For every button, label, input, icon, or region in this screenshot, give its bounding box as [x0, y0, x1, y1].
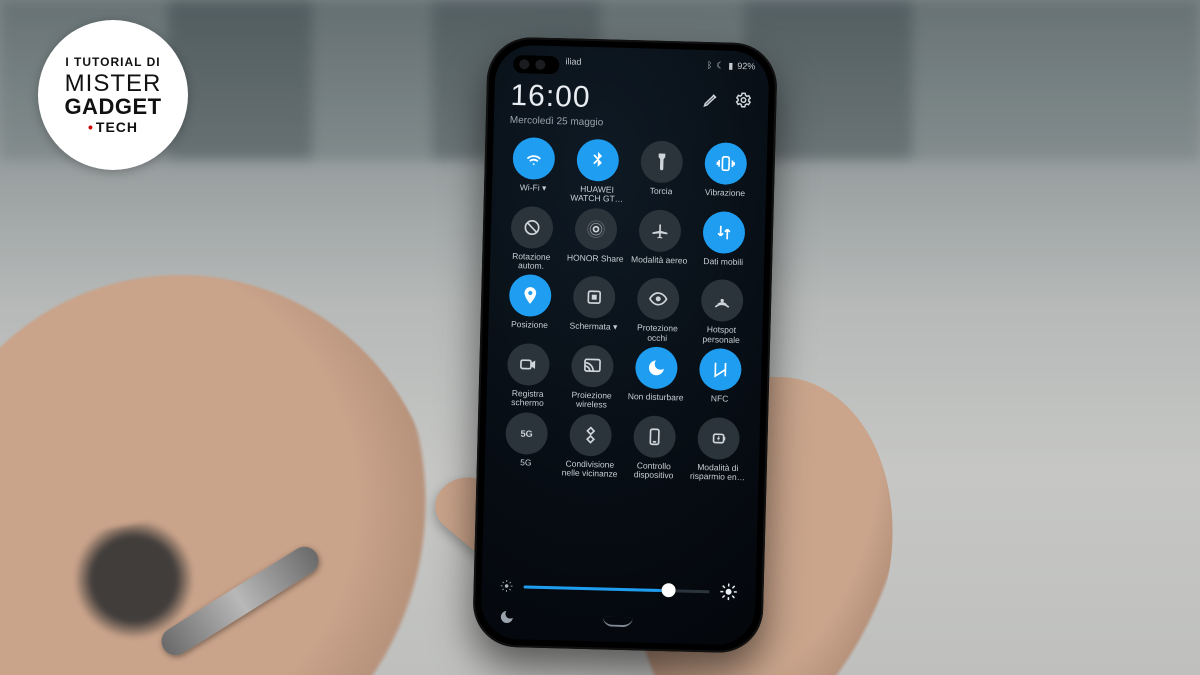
battery-icon[interactable] [697, 417, 740, 460]
data-icon[interactable] [702, 211, 745, 254]
battery-percentage: 92% [737, 61, 755, 71]
clock-time: 16:00 [510, 79, 604, 115]
screenshot-icon[interactable] [573, 276, 616, 319]
settings-gear-icon[interactable] [734, 91, 752, 109]
hotspot-icon[interactable] [701, 279, 744, 322]
gesture-nav-bar [481, 608, 755, 635]
phone-screen: iliad ᛒ ☾ ▮ 92% 16:00 Mercoledì 25 maggi… [480, 45, 769, 646]
tile-label: NFC [711, 394, 729, 412]
brightness-low-icon [499, 579, 513, 593]
tile-5g[interactable]: 5G [495, 411, 559, 477]
logo-line2: MISTER [65, 72, 162, 96]
tile-label: Controllo dispositivo [623, 461, 683, 481]
logo-line1: I TUTORIAL DI [65, 56, 160, 68]
bluetooth-icon[interactable] [576, 139, 619, 182]
tile-rotation[interactable]: Rotazione autom. [500, 205, 564, 271]
tile-label: Posizione [511, 320, 548, 339]
device-icon[interactable] [633, 415, 676, 458]
dnd-status-icon: ☾ [716, 60, 724, 71]
tile-label: Protezione occhi [627, 323, 687, 343]
brightness-row [499, 577, 737, 601]
tile-cast[interactable]: Proiezione wireless [560, 344, 624, 410]
vibration-icon[interactable] [704, 142, 747, 185]
panel-header: 16:00 Mercoledì 25 maggio [510, 79, 753, 132]
camera-punch-hole [513, 55, 559, 74]
record-icon[interactable] [507, 343, 550, 386]
dark-mode-indicator-icon [499, 608, 516, 629]
brightness-thumb[interactable] [661, 583, 675, 597]
nav-handle-icon[interactable] [603, 617, 633, 628]
tile-location[interactable]: Posizione [498, 274, 562, 340]
tile-label: HUAWEI WATCH GT… [567, 184, 627, 204]
tile-label: Modalità aereo [631, 255, 688, 274]
clock-date: Mercoledì 25 maggio [510, 115, 604, 128]
tile-vibration[interactable]: Vibrazione [694, 142, 758, 208]
flashlight-icon[interactable] [640, 140, 683, 183]
battery-status-icon: ▮ [728, 60, 733, 71]
status-bar: iliad ᛒ ☾ ▮ 92% [565, 53, 755, 74]
tile-screenshot[interactable]: Schermata ▾ [562, 276, 626, 342]
no-rotate-icon[interactable] [511, 206, 554, 249]
tile-label: Hotspot personale [691, 325, 751, 345]
tile-label: Vibrazione [705, 188, 745, 207]
status-carrier: iliad [565, 56, 581, 66]
tile-label: Non disturbare [627, 392, 683, 411]
airplane-icon[interactable] [638, 209, 681, 252]
eye-icon[interactable] [637, 278, 680, 321]
tile-wifi[interactable]: Wi-Fi ▾ [502, 137, 566, 203]
tile-airplane[interactable]: Modalità aereo [628, 209, 692, 275]
tile-device-ctrl[interactable]: Controllo dispositivo [622, 415, 686, 481]
tile-mobile-data[interactable]: Dati mobili [692, 210, 756, 276]
tile-torch[interactable]: Torcia [630, 140, 694, 206]
tile-powersave[interactable]: Modalità di risparmio en… [686, 416, 750, 482]
tile-honor-share[interactable]: HONOR Share [564, 207, 628, 273]
smartphone-frame: iliad ᛒ ☾ ▮ 92% 16:00 Mercoledì 25 maggi… [472, 36, 778, 653]
tile-label: Proiezione wireless [561, 390, 621, 410]
tile-label: Schermata ▾ [569, 322, 617, 341]
tile-label: Torcia [649, 187, 672, 206]
tile-label: Modalità di risparmio en… [687, 462, 747, 482]
tile-nearby[interactable]: Condivisione nelle vicinanze [559, 413, 623, 479]
share-icon[interactable] [574, 207, 617, 250]
tile-label: Dati mobili [703, 257, 743, 276]
tile-eye[interactable]: Protezione occhi [626, 277, 690, 343]
bluetooth-status-icon: ᛒ [707, 60, 713, 70]
tile-label: Registra schermo [497, 389, 557, 409]
tile-label: Rotazione autom. [501, 251, 561, 271]
cast-icon[interactable] [571, 345, 614, 388]
tile-label: HONOR Share [567, 253, 624, 272]
tile-label: Wi-Fi ▾ [519, 183, 546, 202]
edit-tiles-icon[interactable] [702, 90, 720, 108]
5g-icon[interactable] [505, 412, 548, 455]
channel-logo-badge: I TUTORIAL DI MISTER GADGET TECH [38, 20, 188, 170]
tile-screenrec[interactable]: Registra schermo [496, 343, 560, 409]
brightness-slider[interactable] [524, 585, 710, 593]
tile-label: Condivisione nelle vicinanze [560, 459, 620, 479]
tile-hotspot[interactable]: Hotspot personale [690, 279, 754, 345]
quick-settings-grid: Wi-Fi ▾ HUAWEI WATCH GT… Torcia Vibrazione R… [495, 137, 758, 483]
tile-label: 5G [520, 458, 532, 476]
tile-dnd[interactable]: Non disturbare [624, 346, 688, 412]
brightness-fill [524, 585, 669, 592]
location-icon[interactable] [509, 274, 552, 317]
logo-line4: TECH [88, 120, 138, 134]
tile-bluetooth[interactable]: HUAWEI WATCH GT… [566, 138, 630, 204]
nearby-icon[interactable] [569, 413, 612, 456]
logo-line3: GADGET [64, 96, 161, 118]
nfc-icon[interactable] [699, 348, 742, 391]
wifi-icon[interactable] [512, 137, 555, 180]
moon-icon[interactable] [635, 346, 678, 389]
tile-nfc[interactable]: NFC [688, 348, 752, 414]
brightness-high-icon [719, 583, 737, 601]
